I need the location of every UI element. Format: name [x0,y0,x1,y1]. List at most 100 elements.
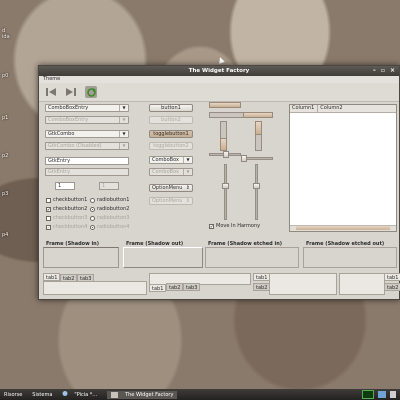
tab-2[interactable]: tab2 [253,283,271,291]
option-arrows-icon: ⇕ [185,198,190,204]
spin-button[interactable]: 1 [55,182,75,190]
notebook-page [43,281,147,295]
skip-forward-button[interactable] [65,86,77,98]
radio [90,197,95,203]
minimize-button[interactable]: – [373,67,376,74]
checkbutton-3: checkbutton3 [46,215,87,221]
button-1[interactable]: button1 [149,104,193,112]
desktop-icon-label[interactable]: p4 [2,232,8,238]
combobox-entry[interactable]: ComboBoxEntry ▼ [45,104,129,112]
gtk-combo[interactable]: GtkCombo ▼ [45,130,129,138]
close-button[interactable]: × [390,67,395,74]
menu-risorse[interactable]: Risorse [4,392,22,398]
frame-body [43,247,119,268]
skip-back-button[interactable] [45,86,57,98]
progress-fill-vertical-2 [255,121,262,135]
progress-fill-vertical [220,138,227,151]
task-picia[interactable]: "Picia *... [74,392,97,398]
maximize-button[interactable]: ▫ [381,67,385,74]
move-in-harmony-check[interactable]: ✔ Move In Harmony [209,223,260,229]
combobox[interactable]: ComboBox ▼ [149,156,193,164]
chevron-down-icon: ▼ [119,131,128,137]
vscale-2[interactable] [255,164,258,220]
desktop-icon-label[interactable]: ida [2,34,10,40]
gtk-combo-disabled: GtkCombo (Disabled) ▼ [45,142,129,150]
frame-shadow-etched-out: Frame (Shadow etched out) [303,241,397,268]
checkbutton-4-label: checkbutton4 [53,224,88,230]
gtk-entry[interactable]: GtkEntry [45,157,129,165]
refresh-icon [86,87,96,97]
option-arrows-icon: ⇕ [185,185,190,191]
network-icon [378,391,386,398]
frame-body [303,247,397,268]
column-header-2[interactable]: Column2 [318,105,396,112]
radio-selected [90,224,95,230]
window-title: The Widget Factory [188,68,250,74]
tab-3[interactable]: tab3 [183,283,201,291]
system-monitor-icon [362,390,374,399]
frame-shadow-out: Frame (Shadow out) [123,241,203,268]
mouse-cursor [217,56,225,64]
tree-view[interactable]: Column1 Column2 [289,104,397,232]
title-bar[interactable]: The Widget Factory – ▫ × [39,66,399,76]
radiobutton-1[interactable]: radiobutton1 [90,197,129,203]
menu-theme[interactable]: Theme [43,76,60,82]
tab-1[interactable]: tab1 [384,273,400,281]
option-menu-text: OptionMenu [152,185,183,191]
togglebutton-1[interactable]: togglebutton1 [149,130,193,138]
checkbutton-3-label: checkbutton3 [53,215,88,221]
option-menu-disabled: OptionMenu ⇕ [149,197,193,205]
checkbox-checked: ✔ [209,223,214,229]
progress-bar-horizontal [209,102,241,108]
combobox-entry-disabled-text: ComboBoxEntry [48,117,89,123]
option-menu[interactable]: OptionMenu ⇕ [149,184,193,192]
menu-sistema[interactable]: Sistema [32,392,52,398]
tab-1[interactable]: tab1 [253,273,271,281]
checkbox-checked: ✔ [46,224,51,230]
checkbutton-1[interactable]: checkbutton1 [46,197,87,203]
hscale-1-slider[interactable] [223,151,229,158]
vscale-2-slider[interactable] [253,183,260,189]
desktop-icon-label[interactable]: p2 [2,153,8,159]
desktop-icon-label[interactable]: p0 [2,73,8,79]
launcher-icons[interactable] [62,390,70,399]
radio-selected [90,206,95,212]
checkbutton-4: ✔ checkbutton4 [46,224,87,230]
gtk-entry-disabled: GtkEntry [45,168,129,176]
refresh-button[interactable] [85,86,97,98]
vscale-1-slider[interactable] [222,183,229,189]
widget-factory-window: The Widget Factory – ▫ × Theme ComboBoxE… [38,65,400,300]
progress-fill-horizontal-2 [243,112,273,118]
frame-shadow-etched-in: Frame (Shadow etched in) [205,241,299,268]
vscale-1[interactable] [224,164,227,220]
tab-1[interactable]: tab1 [43,273,61,281]
checkbutton-2[interactable]: ✔ checkbutton2 [46,206,87,212]
radiobutton-4: radiobutton4 [90,224,129,230]
radiobutton-3-label: radiobutton3 [97,215,130,221]
taskbar-panel: Risorse Sistema "Picia *... The Widget F… [0,389,400,400]
desktop-icon-label[interactable]: p1 [2,115,8,121]
tab-2[interactable]: tab2 [384,283,400,291]
radiobutton-2[interactable]: radiobutton2 [90,206,129,212]
volume-icon [390,391,396,398]
desktop-icon-label[interactable]: p3 [2,191,8,197]
checkbutton-2-label: checkbutton2 [53,206,88,212]
frame-body [123,247,203,268]
tree-header: Column1 Column2 [290,105,396,113]
column-header-1[interactable]: Column1 [290,105,319,112]
tab-2[interactable]: tab2 [166,283,184,291]
hscale-2-slider[interactable] [241,155,247,162]
tab-1[interactable]: tab1 [149,284,167,292]
gtk-combo-disabled-text: GtkCombo (Disabled) [48,143,102,149]
task-widget-factory[interactable]: The Widget Factory [107,390,178,399]
combobox-entry-text: ComboBoxEntry [48,105,89,111]
chevron-down-icon: ▼ [183,157,192,163]
checkbutton-1-label: checkbutton1 [53,197,88,203]
notebook-page [269,273,337,295]
chevron-down-icon: ▼ [183,169,192,175]
scrollbar-horizontal[interactable] [290,225,396,231]
frame-body [205,247,299,268]
launcher-icon [62,391,68,396]
scrollbar-thumb[interactable] [296,226,390,230]
skip-forward-icon [66,88,76,96]
